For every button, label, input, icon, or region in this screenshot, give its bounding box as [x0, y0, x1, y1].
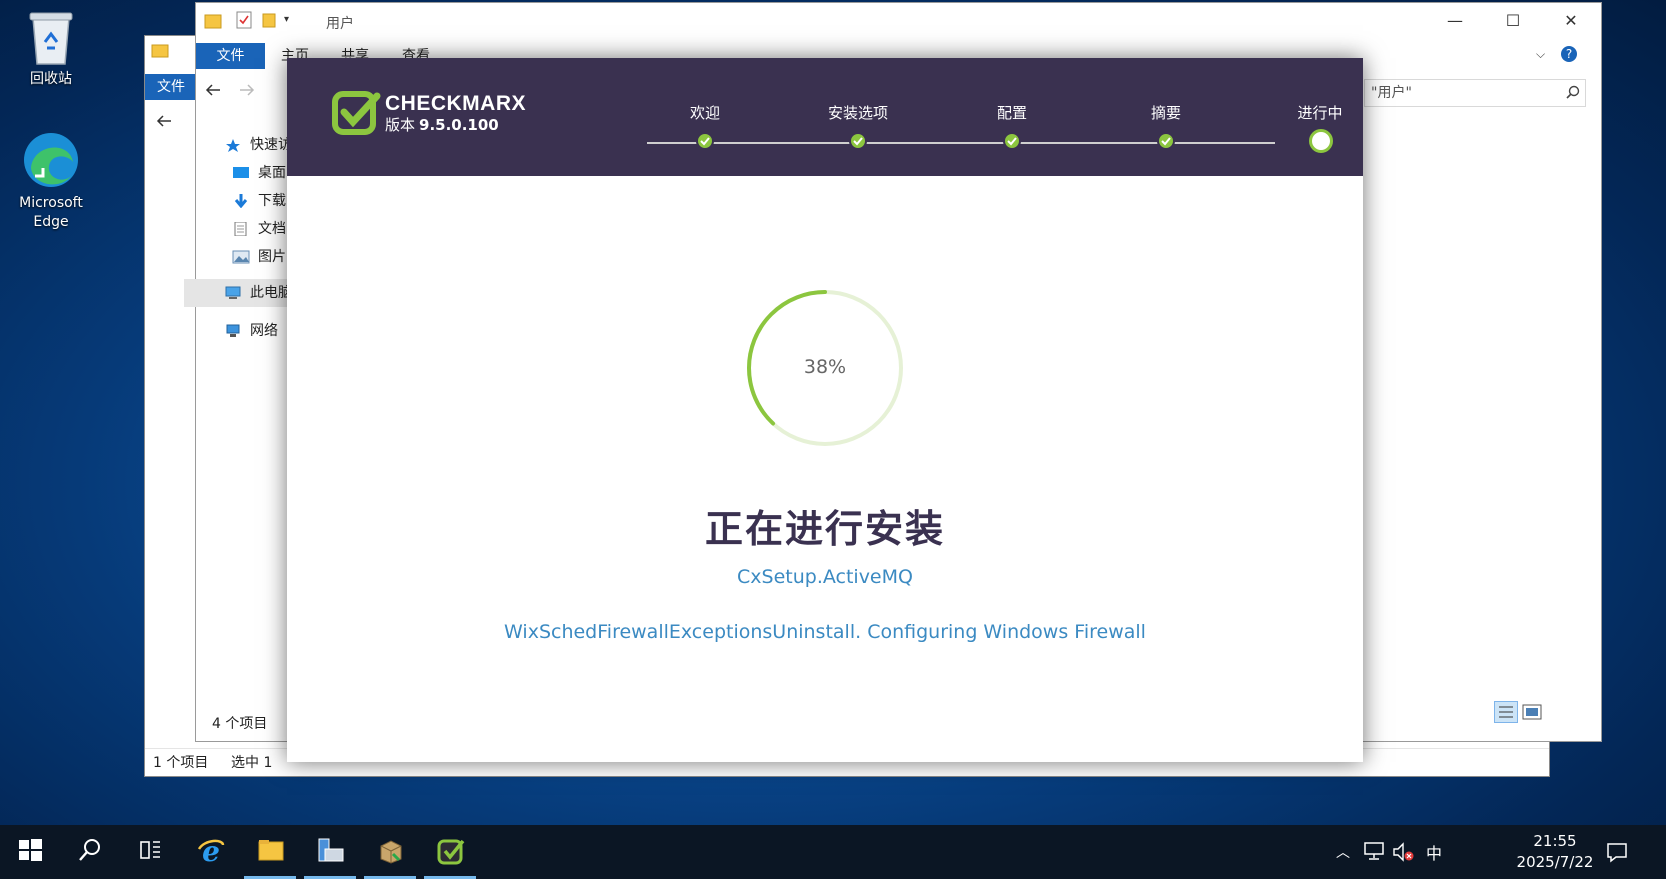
input-method-indicator[interactable]: 中 — [1426, 840, 1442, 864]
step-summary: 摘要 — [1106, 102, 1226, 150]
package-icon — [380, 840, 402, 864]
current-component: CxSetup.ActiveMQ — [737, 566, 913, 588]
search-input[interactable]: "用户" — [1364, 79, 1586, 107]
internet-explorer-icon: e — [197, 837, 225, 865]
search-icon[interactable] — [1566, 85, 1580, 99]
volume-muted-icon[interactable] — [1392, 842, 1414, 862]
task-view-button[interactable] — [120, 825, 180, 879]
tab-file[interactable]: 文件 — [196, 43, 265, 69]
nav-downloads[interactable]: 下载 — [232, 187, 286, 215]
brand-name: CHECKMARX — [385, 92, 526, 115]
install-steps: 欢迎 安装选项 配置 摘要 进行中 — [645, 58, 1343, 176]
star-icon — [226, 139, 240, 152]
installer-window: CHECKMARX 版本 9.5.0.100 欢迎 安装选项 配置 摘要 进行中 … — [287, 58, 1363, 762]
download-icon — [234, 194, 248, 208]
server-manager-button[interactable] — [300, 825, 360, 879]
search-button[interactable] — [60, 825, 120, 879]
step-install-options: 安装选项 — [798, 102, 918, 150]
document-icon — [234, 222, 247, 236]
nav-network[interactable]: 网络 — [224, 317, 278, 345]
back-file-tab[interactable]: 文件 — [145, 74, 197, 100]
server-manager-icon — [318, 838, 344, 862]
back-status-count: 1 个项目 — [153, 755, 209, 771]
current-action: WixSchedFirewallExceptionsUninstall. Con… — [504, 621, 1146, 643]
notification-center-icon[interactable] — [1606, 841, 1628, 863]
taskbar: e ︿ 中 21:55 2025/7/22 — [0, 825, 1666, 879]
close-button[interactable]: ✕ — [1542, 3, 1600, 39]
quick-access-dropdown-icon[interactable]: ▾ — [284, 14, 289, 25]
folder-icon — [151, 44, 169, 58]
recycle-bin-label: 回收站 — [30, 71, 72, 87]
start-button[interactable] — [0, 825, 60, 879]
back-arrow-icon[interactable] — [155, 114, 173, 128]
status-item-count: 4 个项目 — [212, 716, 268, 732]
window-title: 用户 — [326, 16, 354, 32]
edge-icon — [24, 133, 78, 187]
clock-date: 2025/7/22 — [1516, 853, 1594, 871]
steps-line — [647, 142, 1275, 144]
step-welcome: 欢迎 — [645, 102, 765, 150]
progress-percent: 38% — [803, 356, 847, 378]
taskbar-clock[interactable]: 21:55 2025/7/22 — [1512, 831, 1598, 873]
desktop-folder-icon — [233, 167, 249, 178]
details-view-icon[interactable] — [1494, 701, 1518, 723]
explorer-titlebar[interactable]: ▾ 用户 — ☐ ✕ — [196, 3, 1601, 39]
installer-package-button[interactable] — [360, 825, 420, 879]
svg-text:?: ? — [1566, 47, 1572, 61]
nav-documents[interactable]: 文档 — [232, 215, 286, 243]
step-done-check-icon — [696, 132, 714, 150]
edge-label: Microsoft Edge — [19, 195, 83, 230]
network-status-icon[interactable] — [1364, 842, 1384, 860]
task-view-icon — [140, 841, 160, 859]
internet-explorer-button[interactable]: e — [180, 825, 240, 879]
nav-quick-access[interactable]: 快速访 — [224, 131, 292, 159]
step-done-check-icon — [849, 132, 867, 150]
nav-pictures[interactable]: 图片 — [232, 243, 286, 271]
show-hidden-icons-chevron-icon[interactable]: ︿ — [1336, 842, 1350, 862]
recycle-bin-desktop-icon[interactable]: 回收站 — [6, 8, 96, 89]
edge-desktop-icon[interactable]: Microsoft Edge — [6, 130, 96, 232]
minimize-button[interactable]: — — [1426, 3, 1484, 39]
ribbon-expand-chevron-icon[interactable]: ⌵ — [1536, 47, 1545, 62]
step-done-check-icon — [1157, 132, 1175, 150]
back-status-selected: 选中 1 — [231, 755, 273, 771]
large-icons-view-icon[interactable] — [1522, 703, 1542, 721]
installer-header: CHECKMARX 版本 9.5.0.100 欢迎 安装选项 配置 摘要 进行中 — [287, 58, 1363, 176]
folder-icon — [204, 14, 222, 29]
new-folder-icon[interactable] — [262, 12, 276, 28]
checkmarx-taskbar-button[interactable] — [420, 825, 480, 879]
version-number: 9.5.0.100 — [419, 116, 499, 134]
step-in-progress: 进行中 — [1260, 102, 1380, 153]
nav-desktop[interactable]: 桌面 — [232, 159, 286, 187]
maximize-button[interactable]: ☐ — [1484, 3, 1542, 39]
checkmarx-icon — [437, 839, 465, 865]
recycle-bin-icon — [29, 12, 73, 65]
folder-icon — [258, 840, 284, 861]
computer-icon — [225, 286, 241, 299]
step-current-dot — [1309, 129, 1333, 153]
pictures-icon — [232, 250, 250, 264]
forward-arrow-icon[interactable] — [238, 83, 256, 97]
file-explorer-button[interactable] — [240, 825, 300, 879]
clock-time: 21:55 — [1533, 832, 1577, 850]
search-icon — [79, 839, 100, 861]
properties-icon[interactable] — [236, 11, 252, 29]
network-icon — [226, 324, 240, 337]
back-arrow-icon[interactable] — [204, 83, 222, 97]
step-done-check-icon — [1003, 132, 1021, 150]
install-headline: 正在进行安装 — [704, 507, 945, 551]
checkmarx-logo-icon — [332, 91, 381, 135]
help-icon[interactable]: ? — [1560, 45, 1578, 63]
windows-logo-icon — [19, 839, 42, 861]
step-configuration: 配置 — [952, 102, 1072, 150]
version-text: 版本 9.5.0.100 — [385, 116, 499, 134]
